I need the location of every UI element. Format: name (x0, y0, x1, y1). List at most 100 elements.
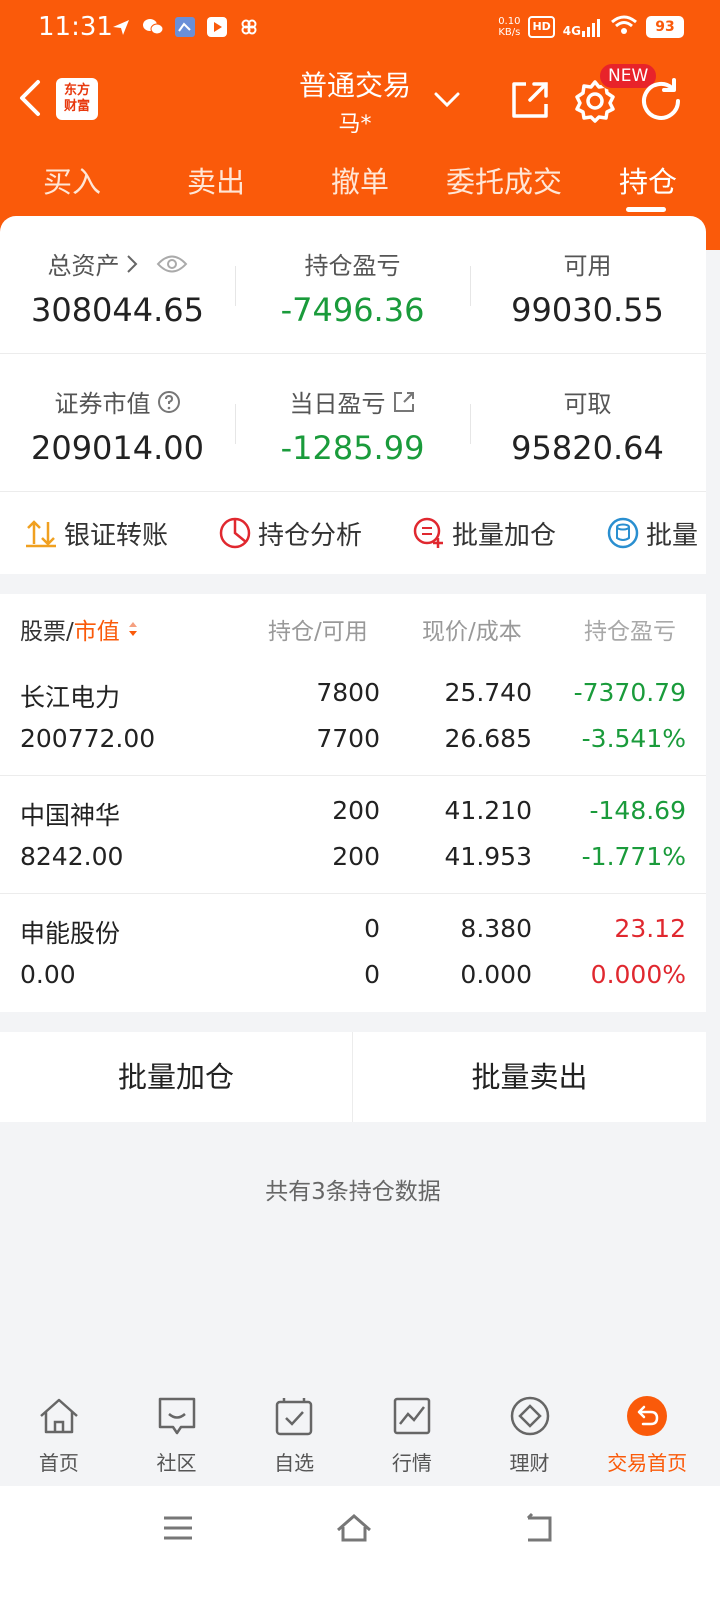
table-row[interactable]: 申能股份 0.00 0 0 8.380 0.000 23.12 0.000% (0, 894, 706, 1012)
tab-holdings[interactable]: 持仓 (576, 150, 720, 214)
stock-pl: -148.69 (589, 796, 687, 825)
help-icon[interactable] (157, 390, 181, 414)
back-button[interactable] (14, 76, 48, 120)
stock-qty: 200 (332, 796, 380, 825)
app-notification-icon (174, 16, 196, 38)
stock-cost: 41.953 (444, 842, 532, 871)
stock-available: 200 (332, 842, 380, 871)
daily-pl[interactable]: 当日盈亏 -1285.99 (235, 354, 470, 492)
wealth-icon (510, 1396, 549, 1436)
home-icon (39, 1398, 78, 1434)
app-header: 11:31 0.10 KB/s HD 4G 93 东方 财富 普通交易 马* N… (0, 0, 720, 250)
stock-qty: 0 (364, 914, 380, 943)
batch-actions: 批量加仓 批量卖出 (0, 1032, 706, 1122)
withdrawable-value: 95820.64 (511, 429, 664, 467)
page-title: 普通交易 (298, 69, 411, 102)
withdrawable-label: 可取 (563, 390, 612, 418)
signal-icon: 4G (563, 17, 602, 37)
stock-name: 申能股份 (20, 919, 121, 948)
table-row[interactable]: 长江电力 200772.00 7800 7700 25.740 26.685 -… (0, 658, 706, 776)
quick-actions: 银证转账 持仓分析 批量加仓 批量 (0, 492, 706, 574)
nav-home[interactable]: 首页 (0, 1386, 118, 1484)
sort-icon (129, 622, 138, 636)
stock-available: 7700 (316, 724, 380, 753)
assets-card: 总资产 308044.65 持仓盈亏 -7496.36 可用 99030.55 … (0, 216, 706, 574)
trade-icon (627, 1396, 668, 1436)
stock-pl-pct: -1.771% (581, 842, 686, 871)
stock-pl-pct: -3.541% (581, 724, 686, 753)
stock-pl-pct: 0.000% (590, 960, 686, 989)
wechat-icon (142, 16, 164, 38)
available-value: 99030.55 (511, 291, 664, 329)
stock-market-value: 0.00 (20, 960, 76, 989)
status-bar: 11:31 0.10 KB/s HD 4G 93 (0, 0, 720, 56)
trade-tabs: 买入 卖出 撤单 委托成交 持仓 (0, 150, 720, 214)
batch-add-quick-button[interactable]: 批量加仓 (362, 492, 556, 574)
status-right: 0.10 KB/s HD 4G 93 (498, 14, 684, 40)
battery-indicator: 93 (646, 16, 684, 38)
bottom-nav: 首页 社区 自选 行情 理财 交易首页 (0, 1386, 706, 1484)
stock-name: 长江电力 (20, 683, 121, 712)
eye-icon[interactable] (156, 253, 188, 275)
nav-trade-home[interactable]: 交易首页 (588, 1386, 706, 1484)
tab-orders[interactable]: 委托成交 (432, 150, 576, 214)
tab-sell[interactable]: 卖出 (144, 150, 288, 214)
refresh-icon[interactable] (638, 78, 686, 124)
holding-pl: 持仓盈亏 -7496.36 (235, 216, 470, 354)
stock-market-value: 8242.00 (20, 842, 124, 871)
daily-pl-value: -1285.99 (280, 429, 425, 467)
holdings-analysis-button[interactable]: 持仓分析 (168, 492, 362, 574)
holdings-list: 长江电力 200772.00 7800 7700 25.740 26.685 -… (0, 658, 706, 1012)
nav-market[interactable]: 行情 (353, 1386, 471, 1484)
nav-watchlist[interactable]: 自选 (235, 1386, 353, 1484)
stock-price: 41.210 (444, 796, 532, 825)
batch-more-button[interactable]: 批量 (556, 492, 698, 574)
available-label: 可用 (563, 252, 612, 280)
table-row[interactable]: 中国神华 8242.00 200 200 41.210 41.953 -148.… (0, 776, 706, 894)
nav-wealth[interactable]: 理财 (471, 1386, 589, 1484)
paper-plane-icon (110, 16, 132, 38)
assets-row-2: 证券市值 209014.00 当日盈亏 -1285.99 可取 95820.64 (0, 354, 706, 492)
market-value-value: 209014.00 (30, 429, 205, 467)
brand-logo: 东方 财富 (56, 78, 98, 120)
holdings-header: 股票/市值 持仓/可用 现价/成本 持仓盈亏 (0, 594, 706, 658)
stock-cost: 26.685 (444, 724, 532, 753)
bank-transfer-button[interactable]: 银证转账 (0, 492, 168, 574)
holdings-count: 共有3条持仓数据 (265, 1179, 441, 1205)
total-assets[interactable]: 总资产 308044.65 (0, 216, 235, 354)
holding-pl-label: 持仓盈亏 (304, 252, 401, 280)
share-button[interactable] (508, 78, 552, 122)
batch-sell-button[interactable]: 批量卖出 (353, 1032, 706, 1122)
community-icon (158, 1397, 195, 1435)
system-home-icon[interactable] (334, 1508, 374, 1548)
nav-community[interactable]: 社区 (118, 1386, 236, 1484)
watchlist-icon (275, 1398, 313, 1436)
market-value: 证券市值 209014.00 (0, 354, 235, 492)
coin-add-icon (413, 517, 444, 548)
tab-cancel[interactable]: 撤单 (288, 150, 432, 214)
menu-icon[interactable] (158, 1508, 198, 1548)
external-link-icon (393, 391, 414, 412)
stock-price: 8.380 (460, 914, 532, 943)
market-value-label: 证券市值 (54, 390, 151, 418)
batch-add-button[interactable]: 批量加仓 (0, 1032, 353, 1122)
chevron-right-icon (126, 254, 137, 273)
withdrawable-funds: 可取 95820.64 (470, 354, 705, 492)
stock-qty: 7800 (316, 678, 380, 707)
stock-pl: 23.12 (614, 914, 686, 943)
available-funds: 可用 99030.55 (470, 216, 705, 354)
account-selector[interactable]: 普通交易 马* (250, 64, 460, 138)
total-assets-label: 总资产 (47, 252, 120, 280)
chevron-down-icon[interactable] (432, 88, 462, 112)
system-back-icon[interactable] (518, 1508, 558, 1548)
sort-market-value[interactable]: 股票/市值 (20, 612, 139, 646)
daily-pl-label: 当日盈亏 (289, 390, 386, 418)
tab-buy[interactable]: 买入 (0, 150, 144, 214)
system-nav-bar (0, 1486, 720, 1600)
stock-available: 0 (364, 960, 380, 989)
total-assets-value: 308044.65 (30, 291, 205, 329)
account-name: 马* (338, 112, 372, 137)
header-pl: 持仓盈亏 (584, 619, 676, 645)
holding-pl-value: -7496.36 (280, 291, 425, 329)
transfer-icon (26, 520, 56, 548)
